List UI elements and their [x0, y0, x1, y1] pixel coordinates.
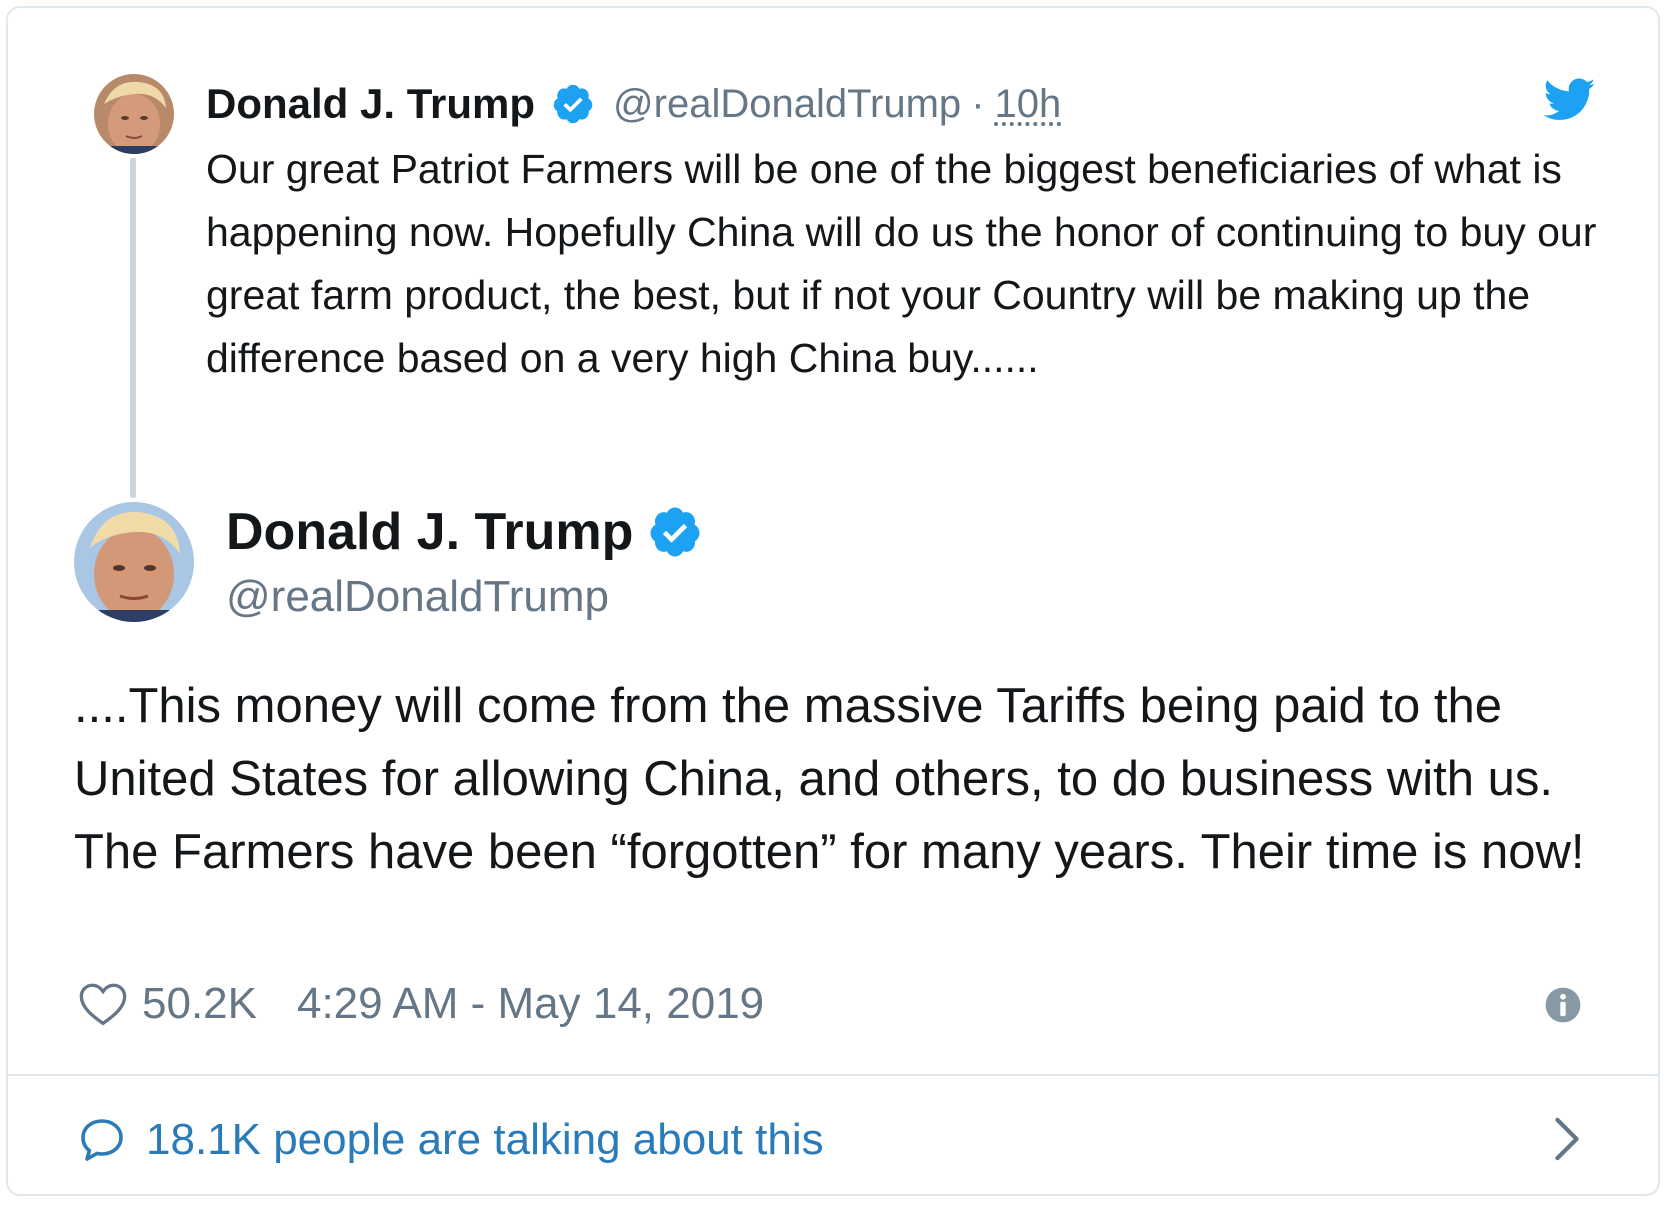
- conversation-count-text[interactable]: 18.1K people are talking about this: [146, 1115, 824, 1165]
- twitter-bird-icon[interactable]: [1544, 78, 1596, 122]
- verified-badge-icon: [650, 507, 700, 557]
- speech-bubble-icon: [81, 1119, 123, 1161]
- heart-icon[interactable]: [78, 980, 128, 1028]
- main-avatar[interactable]: [74, 502, 194, 622]
- separator-dot: ·: [971, 81, 985, 126]
- parent-avatar[interactable]: [94, 74, 174, 154]
- parent-tweet-header: Donald J. Trump @realDonaldTrump · 10h: [206, 78, 1061, 130]
- parent-tweet-text: Our great Patriot Farmers will be one of…: [206, 146, 1597, 381]
- main-handle[interactable]: @realDonaldTrump: [226, 572, 609, 622]
- thread-connector-line: [130, 158, 136, 498]
- parent-timestamp[interactable]: 10h: [995, 82, 1062, 127]
- parent-author-name[interactable]: Donald J. Trump: [206, 80, 535, 128]
- tweet-meta-row: 50.2K 4:29 AM - May 14, 2019: [78, 976, 764, 1032]
- chevron-right-icon[interactable]: [1552, 1116, 1582, 1162]
- info-icon[interactable]: [1544, 986, 1582, 1024]
- verified-badge-icon: [553, 84, 593, 124]
- parent-handle[interactable]: @realDonaldTrump: [613, 82, 961, 127]
- main-author-row: Donald J. Trump: [226, 502, 703, 562]
- tweet-timestamp[interactable]: 4:29 AM - May 14, 2019: [297, 979, 764, 1029]
- main-tweet-text: ....This money will come from the massiv…: [74, 679, 1585, 879]
- footer-divider: [8, 1074, 1660, 1076]
- main-author-name[interactable]: Donald J. Trump: [226, 502, 633, 562]
- like-count[interactable]: 50.2K: [142, 979, 257, 1029]
- conversation-link[interactable]: 18.1K people are talking about this: [78, 1110, 1598, 1170]
